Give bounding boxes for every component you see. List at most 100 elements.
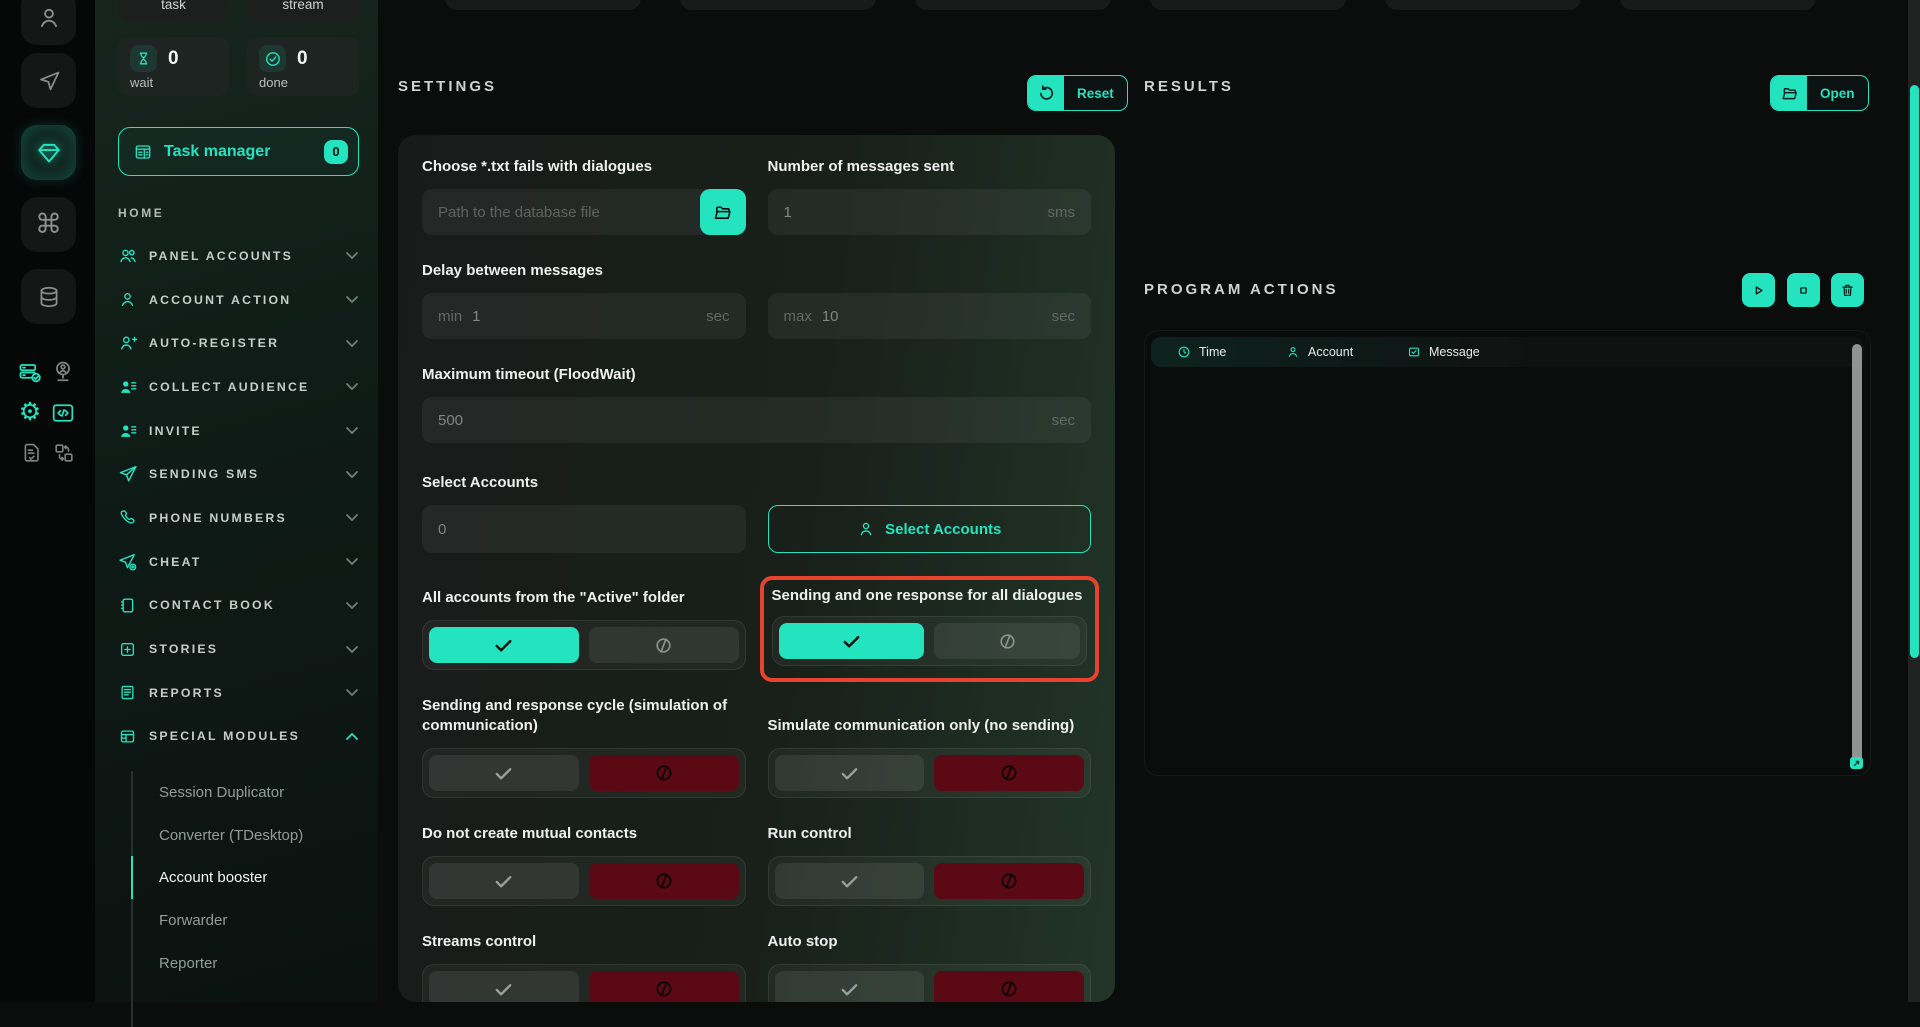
toggle-yes-button[interactable]	[779, 623, 925, 659]
paper-plane-plus-icon	[118, 552, 138, 572]
program-actions-table: Time Account Message	[1144, 330, 1871, 776]
toggle-yes-button[interactable]	[775, 863, 925, 899]
top-tab-clipped[interactable]	[680, 0, 876, 10]
toggle-no-button[interactable]	[934, 971, 1084, 1002]
user-icon	[118, 290, 138, 309]
stop-icon	[1795, 282, 1812, 299]
check-icon	[492, 634, 515, 657]
select-accounts-button[interactable]: Select Accounts	[768, 505, 1092, 553]
sidebar-item-special-modules[interactable]: SPECIAL MODULES	[95, 715, 378, 759]
sidebar-item-contact-book[interactable]: CONTACT BOOK	[95, 584, 378, 628]
toggle-no-button[interactable]	[589, 863, 739, 899]
top-tab-clipped[interactable]	[915, 0, 1111, 10]
folder-open-icon	[1771, 76, 1807, 110]
sidebar-item-account-action[interactable]: ACCOUNT ACTION	[95, 278, 378, 322]
wait-label: wait	[130, 75, 229, 90]
hourglass-icon	[130, 45, 157, 72]
resize-grip[interactable]	[1850, 757, 1863, 769]
submodule-clipped[interactable]	[133, 984, 361, 1027]
plus-square-icon	[118, 640, 138, 659]
delay-max-input[interactable]	[822, 308, 1042, 325]
sidebar-item-sending-sms[interactable]: SENDING SMS	[95, 452, 378, 496]
sms-suffix: sms	[1048, 204, 1076, 221]
send-icon[interactable]	[21, 53, 76, 108]
open-button[interactable]: Open	[1770, 75, 1869, 111]
toggle-no-button[interactable]	[589, 627, 739, 663]
code-window-icon[interactable]	[50, 400, 76, 426]
reset-button[interactable]: Reset	[1027, 75, 1128, 111]
column-account[interactable]: Account	[1286, 345, 1407, 359]
toggle-no-button[interactable]	[934, 863, 1084, 899]
user-icon[interactable]	[21, 0, 76, 45]
submodule-reporter[interactable]: Reporter	[133, 942, 361, 985]
toggle-yes-button[interactable]	[429, 863, 579, 899]
slash-circle-icon	[998, 978, 1020, 1000]
user-icon	[1286, 345, 1300, 359]
toggle-no-button[interactable]	[589, 971, 739, 1002]
toggle-no-button[interactable]	[934, 623, 1080, 659]
top-tab-clipped[interactable]	[1150, 0, 1346, 10]
command-icon[interactable]: ⌘	[21, 197, 76, 252]
sidebar-item-phone-numbers[interactable]: PHONE NUMBERS	[95, 496, 378, 540]
trash-icon	[1839, 282, 1856, 299]
toggle-yes-button[interactable]	[429, 971, 579, 1002]
gem-icon[interactable]	[21, 125, 76, 180]
clock-icon	[1177, 345, 1191, 359]
sidebar-item-invite[interactable]: INVITE	[95, 409, 378, 453]
chevron-down-icon	[346, 252, 358, 259]
toggle-yes-button[interactable]	[429, 755, 579, 791]
submodule-forwarder[interactable]: Forwarder	[133, 899, 361, 942]
user-list-icon	[118, 421, 138, 441]
sidebar-item-collect-audience[interactable]: COLLECT AUDIENCE	[95, 365, 378, 409]
doc-check-icon[interactable]	[19, 440, 45, 466]
toggle-yes-button[interactable]	[775, 755, 925, 791]
delete-button[interactable]	[1831, 273, 1864, 307]
sidebar-item-panel-accounts[interactable]: PANEL ACCOUNTS	[95, 234, 378, 278]
sidebar-item-cheat[interactable]: CHEAT	[95, 540, 378, 584]
timeout-input[interactable]	[438, 412, 1042, 429]
toggle-no-button[interactable]	[589, 755, 739, 791]
toggle-yes-button[interactable]	[429, 627, 579, 663]
accounts-count-input[interactable]	[438, 521, 730, 538]
column-message[interactable]: Message	[1407, 345, 1480, 359]
column-time[interactable]: Time	[1177, 345, 1286, 359]
task-manager-button[interactable]: Task manager 0	[118, 127, 359, 176]
task-manager-icon	[133, 142, 153, 162]
chevron-down-icon	[346, 646, 358, 653]
toggle-no-button[interactable]	[934, 755, 1084, 791]
settings-card: Choose *.txt fails with dialogues Number…	[398, 135, 1115, 1002]
tab-task[interactable]: task	[118, 0, 229, 22]
gear-icon[interactable]: ⚙	[17, 399, 43, 425]
select-accounts-row: Select Accounts Select Accounts	[422, 473, 1091, 553]
tab-stream[interactable]: stream	[247, 0, 359, 22]
wait-count: 0	[168, 48, 179, 70]
database-icon[interactable]	[21, 269, 76, 324]
person-cam-icon[interactable]	[50, 359, 76, 385]
play-button[interactable]	[1742, 273, 1775, 307]
check-circle-icon	[259, 45, 286, 72]
slash-circle-icon	[997, 631, 1018, 652]
file-path-input[interactable]	[438, 204, 690, 221]
submodule-session-duplicator[interactable]: Session Duplicator	[133, 771, 361, 814]
sidebar-item-reports[interactable]: REPORTS	[95, 671, 378, 715]
slash-circle-icon	[653, 870, 675, 892]
top-tab-clipped[interactable]	[445, 0, 641, 10]
server-check-icon[interactable]	[17, 360, 43, 386]
browse-folder-button[interactable]	[700, 189, 746, 235]
toggle-one-response	[772, 616, 1088, 666]
swap-icon[interactable]	[51, 440, 77, 466]
table-scrollbar[interactable]	[1852, 344, 1862, 764]
sidebar-item-stories[interactable]: STORIES	[95, 627, 378, 671]
messages-sent-input[interactable]	[784, 204, 1038, 221]
sidebar-item-auto-register[interactable]: AUTO-REGISTER	[95, 321, 378, 365]
submodule-account-booster[interactable]: Account booster	[133, 856, 361, 899]
paper-plane-icon	[118, 464, 138, 484]
toggle-label: Auto stop	[768, 932, 1092, 952]
delay-min-input[interactable]	[472, 308, 696, 325]
submodule-converter[interactable]: Converter (TDesktop)	[133, 814, 361, 857]
page-scrollbar-thumb[interactable]	[1910, 85, 1919, 658]
toggle-yes-button[interactable]	[775, 971, 925, 1002]
top-tab-clipped[interactable]	[1620, 0, 1816, 10]
stop-button[interactable]	[1787, 273, 1820, 307]
top-tab-clipped[interactable]	[1385, 0, 1581, 10]
